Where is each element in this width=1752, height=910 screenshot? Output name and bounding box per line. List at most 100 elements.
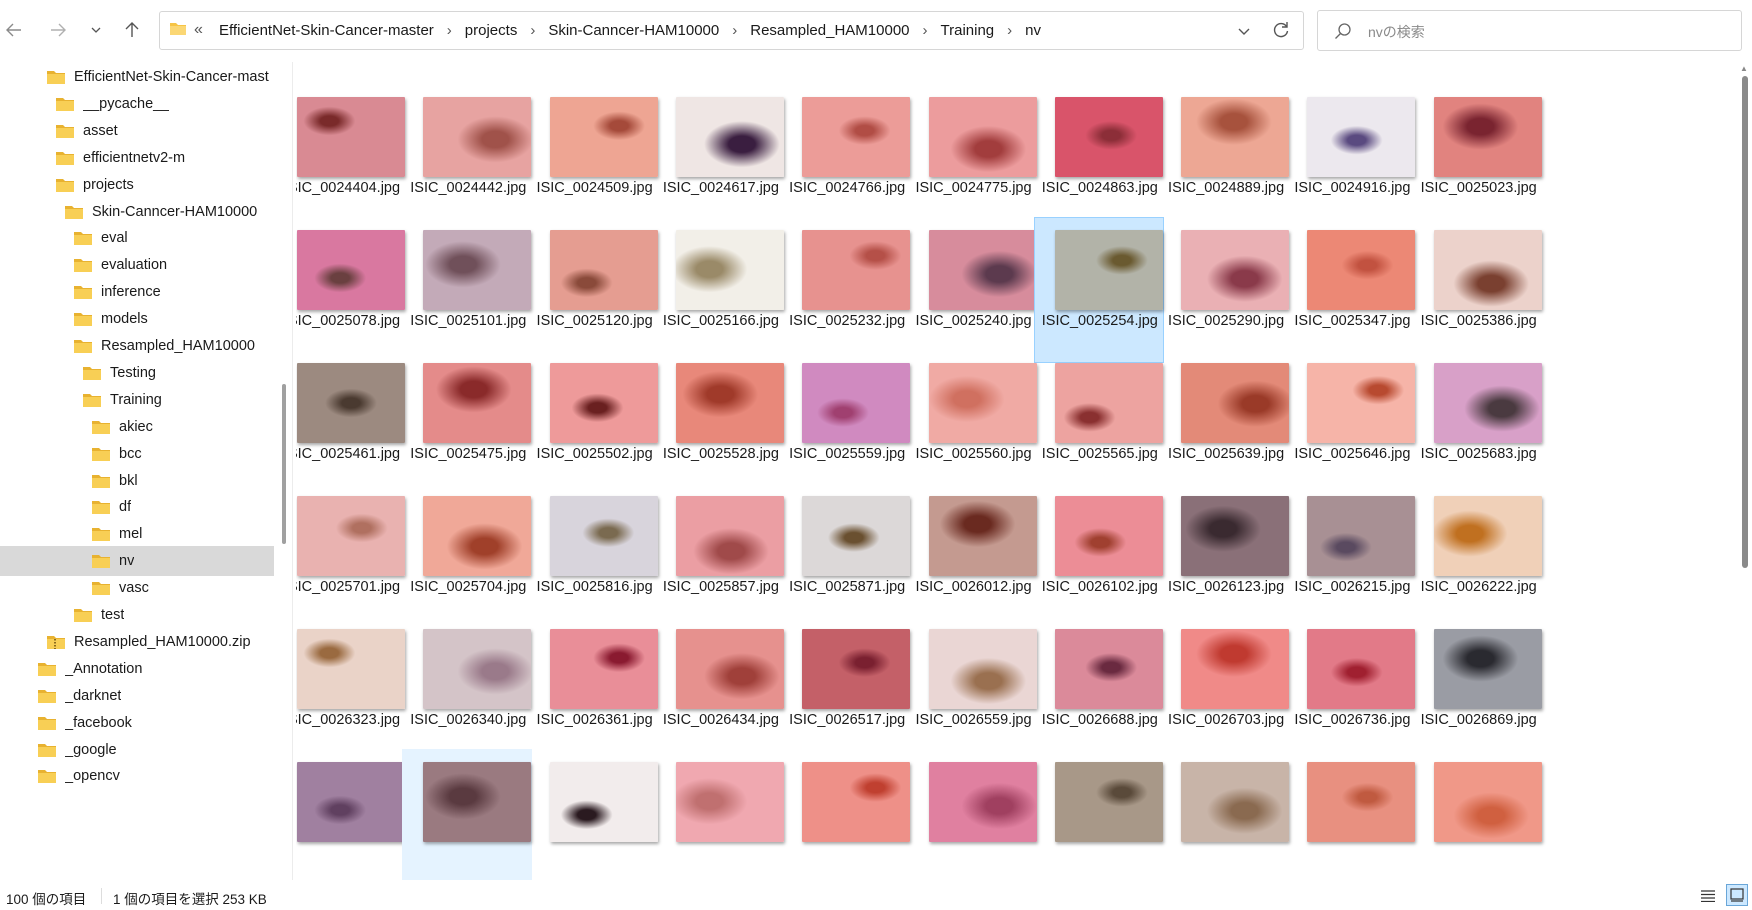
tree-item[interactable]: _opencv [0, 761, 274, 791]
file-item[interactable]: ISIC_0025646.jpg [1286, 350, 1416, 496]
tree-item[interactable]: asset [0, 116, 274, 146]
file-item[interactable]: ISIC_0025816.jpg [529, 483, 659, 629]
breadcrumb-separator[interactable]: › [521, 22, 544, 39]
file-item[interactable]: ISIC_0026012.jpg [908, 483, 1038, 629]
pane-divider[interactable] [292, 62, 293, 880]
file-item[interactable]: ISIC_0026736.jpg [1286, 616, 1416, 762]
tree-item[interactable]: _facebook [0, 708, 274, 738]
file-item[interactable]: ISIC_0026361.jpg [529, 616, 659, 762]
file-item[interactable]: ISIC_0024766.jpg [781, 84, 911, 230]
file-item[interactable]: ISIC_0025857.jpg [655, 483, 785, 629]
file-item[interactable] [529, 749, 659, 880]
file-item[interactable]: ISIC_0026517.jpg [781, 616, 911, 762]
up-button[interactable] [118, 13, 146, 47]
breadcrumb-separator[interactable]: › [998, 22, 1021, 39]
tree-item[interactable]: _Annotation [0, 654, 274, 684]
breadcrumb-item[interactable]: Training [937, 22, 999, 39]
search-box[interactable] [1317, 10, 1742, 51]
tree-item[interactable]: Resampled_HAM10000 [0, 331, 274, 361]
address-overflow-button[interactable]: « [194, 21, 203, 39]
tree-item[interactable]: nv [0, 546, 274, 577]
tree-item[interactable]: df [0, 492, 274, 522]
file-item[interactable]: ISIC_0025528.jpg [655, 350, 785, 496]
file-item[interactable]: ISIC_0025871.jpg [781, 483, 911, 629]
file-item[interactable] [908, 749, 1038, 880]
file-item[interactable] [1286, 749, 1416, 880]
file-item[interactable] [1034, 749, 1164, 880]
file-item[interactable]: ISIC_0025683.jpg [1413, 350, 1543, 496]
file-item[interactable]: ISIC_0025240.jpg [908, 217, 1038, 363]
file-item[interactable] [402, 749, 533, 880]
file-item[interactable]: ISIC_0024775.jpg [908, 84, 1038, 230]
file-item[interactable]: ISIC_0025639.jpg [1160, 350, 1290, 496]
file-item[interactable]: ISIC_0025701.jpg [296, 483, 406, 629]
tree-item[interactable]: test [0, 600, 274, 630]
file-item[interactable]: ISIC_0026102.jpg [1034, 483, 1164, 629]
file-item[interactable]: ISIC_0025290.jpg [1160, 217, 1290, 363]
tree-item[interactable]: efficientnetv2-m [0, 143, 274, 173]
tree-item[interactable]: mel [0, 519, 274, 549]
file-item[interactable]: ISIC_0026559.jpg [908, 616, 1038, 762]
file-item[interactable]: ISIC_0024863.jpg [1034, 84, 1164, 230]
tree-item[interactable]: models [0, 304, 274, 334]
file-item[interactable]: ISIC_0026340.jpg [402, 616, 532, 762]
details-view-button[interactable] [1697, 886, 1719, 906]
file-item[interactable] [1160, 749, 1290, 880]
tree-item[interactable]: inference [0, 277, 274, 307]
file-item[interactable]: ISIC_0025347.jpg [1286, 217, 1416, 363]
forward-button[interactable] [44, 13, 72, 47]
file-item[interactable]: ISIC_0024509.jpg [529, 84, 659, 230]
scroll-up-icon[interactable]: ▲ [1740, 64, 1748, 73]
file-item[interactable]: ISIC_0026323.jpg [296, 616, 406, 762]
file-item[interactable]: ISIC_0025559.jpg [781, 350, 911, 496]
breadcrumb-item[interactable]: EfficientNet-Skin-Cancer-master [215, 22, 438, 39]
tree-item[interactable]: Testing [0, 358, 274, 388]
file-item[interactable]: ISIC_0025101.jpg [402, 217, 532, 363]
file-item[interactable]: ISIC_0025120.jpg [529, 217, 659, 363]
tree-item[interactable]: evaluation [0, 250, 274, 280]
tree-item[interactable]: _google [0, 735, 274, 765]
tree-item[interactable]: akiec [0, 412, 274, 442]
tree-item[interactable]: EfficientNet-Skin-Cancer-mast [0, 62, 274, 92]
file-item[interactable]: ISIC_0026688.jpg [1034, 616, 1164, 762]
file-item[interactable]: ISIC_0025078.jpg [296, 217, 406, 363]
breadcrumb-separator[interactable]: › [438, 22, 461, 39]
tree-item[interactable]: Resampled_HAM10000.zip [0, 627, 274, 657]
tree-item[interactable]: projects [0, 170, 274, 200]
file-item[interactable]: ISIC_0025386.jpg [1413, 217, 1543, 363]
file-item[interactable]: ISIC_0025232.jpg [781, 217, 911, 363]
address-bar[interactable]: « EfficientNet-Skin-Cancer-master › projec… [159, 11, 1304, 50]
file-item[interactable]: ISIC_0024916.jpg [1286, 84, 1416, 230]
navigation-pane-scrollbar[interactable] [282, 384, 286, 544]
file-item[interactable] [781, 749, 911, 880]
scrollbar-thumb[interactable] [1742, 76, 1748, 568]
tree-item[interactable]: Skin-Canncer-HAM10000 [0, 197, 274, 227]
file-item[interactable]: ISIC_0024442.jpg [402, 84, 532, 230]
tree-item[interactable]: bkl [0, 466, 274, 496]
file-item[interactable]: ISIC_0026123.jpg [1160, 483, 1290, 629]
file-item[interactable]: ISIC_0025560.jpg [908, 350, 1038, 496]
file-item[interactable] [655, 749, 785, 880]
tree-item[interactable]: vasc [0, 573, 274, 603]
file-item[interactable]: ISIC_0024404.jpg [296, 84, 406, 230]
file-item[interactable]: ISIC_0025461.jpg [296, 350, 406, 496]
file-item[interactable]: ISIC_0026434.jpg [655, 616, 785, 762]
file-item[interactable]: ISIC_0025565.jpg [1034, 350, 1164, 496]
file-item[interactable]: ISIC_0025704.jpg [402, 483, 532, 629]
file-item[interactable]: ISIC_0025502.jpg [529, 350, 659, 496]
address-dropdown-icon[interactable] [1237, 21, 1251, 41]
file-item[interactable] [1413, 749, 1543, 880]
file-item[interactable]: ISIC_0024617.jpg [655, 84, 785, 230]
tree-item[interactable]: bcc [0, 439, 274, 469]
tree-item[interactable]: eval [0, 223, 274, 253]
refresh-icon[interactable] [1271, 20, 1291, 40]
file-list-scrollbar[interactable]: ▲ [1738, 62, 1750, 880]
file-item[interactable]: ISIC_0026215.jpg [1286, 483, 1416, 629]
tree-item[interactable]: Training [0, 385, 274, 415]
file-item[interactable]: ISIC_0024889.jpg [1160, 84, 1290, 230]
tree-item[interactable]: _darknet [0, 681, 274, 711]
file-item[interactable]: ISIC_0026869.jpg [1413, 616, 1543, 762]
file-item[interactable]: ISIC_0025166.jpg [655, 217, 785, 363]
breadcrumb-separator[interactable]: › [914, 22, 937, 39]
back-button[interactable] [0, 13, 28, 47]
